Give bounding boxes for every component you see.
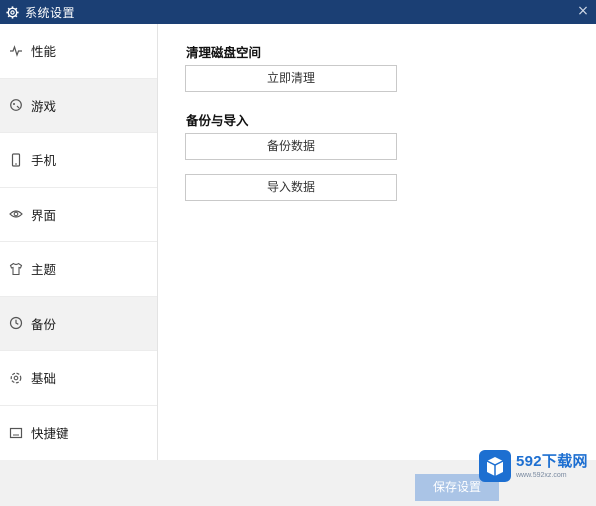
phone-icon	[9, 153, 23, 167]
sidebar-item-label: 快捷键	[31, 426, 69, 442]
eye-icon	[9, 207, 23, 221]
sidebar: 性能 游戏 手机 界面 主题 备份 基础 快捷键	[0, 24, 158, 460]
watermark-text: 592下载网 www.592xz.com	[516, 453, 588, 480]
sidebar-item-theme[interactable]: 主题	[0, 242, 157, 297]
site-watermark: 592下载网 www.592xz.com	[478, 446, 594, 486]
sidebar-item-performance[interactable]: 性能	[0, 24, 157, 79]
window-title: 系统设置	[25, 5, 76, 20]
sidebar-item-label: 手机	[31, 153, 57, 169]
sidebar-item-label: 游戏	[31, 98, 57, 114]
clock-icon	[9, 316, 23, 330]
backup-import-title: 备份与导入	[186, 113, 249, 128]
sidebar-item-label: 界面	[31, 207, 57, 223]
sidebar-item-interface[interactable]: 界面	[0, 188, 157, 242]
title-bar: 系统设置 ×	[0, 0, 596, 24]
watermark-url: www.592xz.com	[516, 471, 567, 479]
sidebar-item-shortcuts[interactable]: 快捷键	[0, 406, 157, 461]
gear-icon	[5, 5, 19, 19]
sidebar-item-label: 性能	[31, 44, 57, 60]
sidebar-item-label: 主题	[31, 262, 57, 278]
sidebar-item-backup[interactable]: 备份	[0, 296, 157, 351]
box-logo-icon	[478, 449, 512, 483]
watermark-name: 592下载网	[516, 452, 588, 470]
keyboard-icon	[9, 426, 23, 440]
close-button[interactable]: ×	[576, 3, 590, 19]
sidebar-item-label: 基础	[31, 371, 57, 387]
clean-now-button[interactable]: 立即清理	[185, 65, 397, 92]
sidebar-item-phone[interactable]: 手机	[0, 133, 157, 188]
clean-disk-title: 清理磁盘空间	[186, 45, 262, 60]
settings-content: 清理磁盘空间 立即清理 备份与导入 备份数据 导入数据	[158, 24, 596, 460]
settings-icon	[9, 371, 23, 385]
sidebar-item-basic[interactable]: 基础	[0, 351, 157, 406]
pulse-icon	[9, 44, 23, 58]
shirt-icon	[9, 262, 23, 276]
backup-data-button[interactable]: 备份数据	[185, 133, 397, 160]
sidebar-item-label: 备份	[31, 316, 57, 332]
sidebar-item-games[interactable]: 游戏	[0, 78, 157, 133]
import-data-button[interactable]: 导入数据	[185, 174, 397, 201]
gamepad-icon	[9, 98, 23, 112]
